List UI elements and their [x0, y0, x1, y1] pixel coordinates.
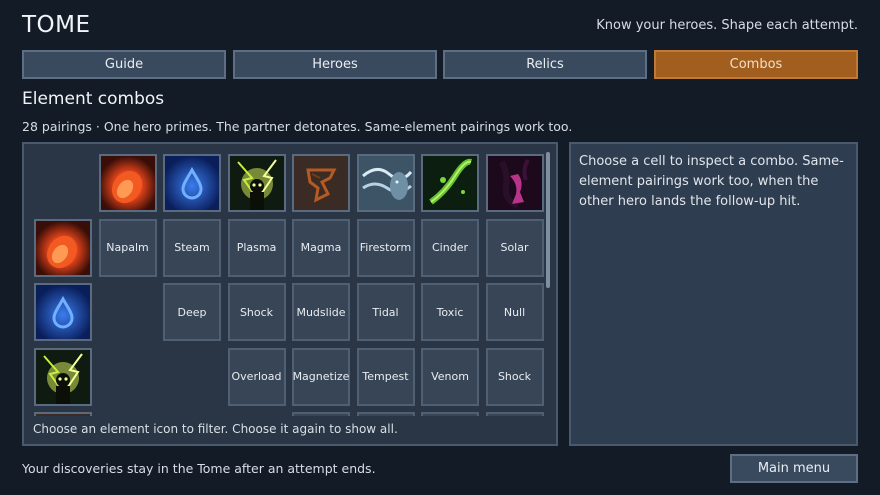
fire-icon-art [36, 220, 90, 275]
grid-hint: Choose an element icon to filter. Choose… [33, 422, 398, 436]
section-subtitle: 28 pairings · One hero primes. The partn… [22, 119, 573, 134]
lightning-icon-art [229, 156, 284, 210]
combo-grid: Napalm Steam Plasma Magma Firestorm Cinder Sol… [34, 154, 549, 416]
main-menu-button[interactable]: Main menu [730, 454, 858, 483]
footer-note: Your discoveries stay in the Tome after … [22, 461, 376, 476]
section-title: Element combos [22, 89, 165, 109]
poison-icon-art [423, 156, 477, 210]
combo-cell[interactable] [485, 412, 544, 416]
combo-cell[interactable] [421, 412, 479, 416]
tab-heroes[interactable]: Heroes [233, 50, 437, 79]
combo-cell[interactable]: Magma [292, 218, 350, 277]
combo-cell[interactable] [292, 412, 350, 416]
column-water-icon[interactable] [163, 154, 221, 212]
tab-relics[interactable]: Relics [443, 50, 647, 79]
combo-cell[interactable]: Solar [485, 218, 544, 277]
water-icon-art [165, 156, 219, 210]
app-title: TOME [22, 12, 91, 38]
combo-cell[interactable]: Toxic [421, 283, 479, 341]
combo-cell[interactable]: Null [485, 283, 544, 341]
combo-grid-panel: Napalm Steam Plasma Magma Firestorm Cinder Sol… [22, 142, 558, 446]
combo-cell[interactable]: Tidal [356, 283, 415, 341]
combo-info-panel: Choose a cell to inspect a combo. Same-e… [569, 142, 858, 446]
grid-scrollbar-thumb[interactable] [546, 152, 550, 288]
column-earth-icon[interactable] [292, 154, 350, 212]
combo-info-text: Choose a cell to inspect a combo. Same-e… [579, 154, 844, 209]
column-lightning-icon[interactable] [227, 154, 286, 212]
combo-cell[interactable] [356, 412, 415, 416]
row-water-icon[interactable] [34, 283, 92, 341]
lightning-icon-art [36, 349, 90, 404]
row-fire-icon[interactable] [34, 218, 92, 277]
combo-cell[interactable]: Napalm [98, 218, 157, 277]
combo-cell[interactable]: Shock [227, 283, 286, 341]
tab-combos[interactable]: Combos [654, 50, 858, 79]
tab-guide[interactable]: Guide [22, 50, 226, 79]
grid-scrollbar[interactable] [546, 152, 550, 414]
row-earth-icon[interactable] [34, 412, 92, 416]
combo-cell[interactable]: Mudslide [292, 283, 350, 341]
grid-corner [34, 154, 92, 212]
combo-cell[interactable]: Shock [485, 347, 544, 406]
combo-cell[interactable]: Venom [421, 347, 479, 406]
combo-cell[interactable]: Tempest [356, 347, 415, 406]
combo-cell[interactable]: Magnetize [292, 347, 350, 406]
column-poison-icon[interactable] [421, 154, 479, 212]
combo-cell[interactable]: Overload [227, 347, 286, 406]
earth-icon-art [36, 414, 90, 416]
earth-icon-art [294, 156, 348, 210]
column-wind-icon[interactable] [356, 154, 415, 212]
column-fire-icon[interactable] [98, 154, 157, 212]
column-void-icon[interactable] [485, 154, 544, 212]
combo-cell[interactable]: Firestorm [356, 218, 415, 277]
tab-bar: Guide Heroes Relics Combos [22, 50, 858, 79]
combo-cell[interactable]: Cinder [421, 218, 479, 277]
combo-cell[interactable]: Plasma [227, 218, 286, 277]
fire-icon-art [100, 156, 155, 210]
combo-cell[interactable]: Deep [163, 283, 221, 341]
combo-cell[interactable]: Steam [163, 218, 221, 277]
wind-icon-art [358, 156, 413, 210]
app-tagline: Know your heroes. Shape each attempt. [596, 18, 858, 33]
row-lightning-icon[interactable] [34, 347, 92, 406]
void-icon-art [487, 156, 542, 210]
water-icon-art [36, 285, 90, 339]
